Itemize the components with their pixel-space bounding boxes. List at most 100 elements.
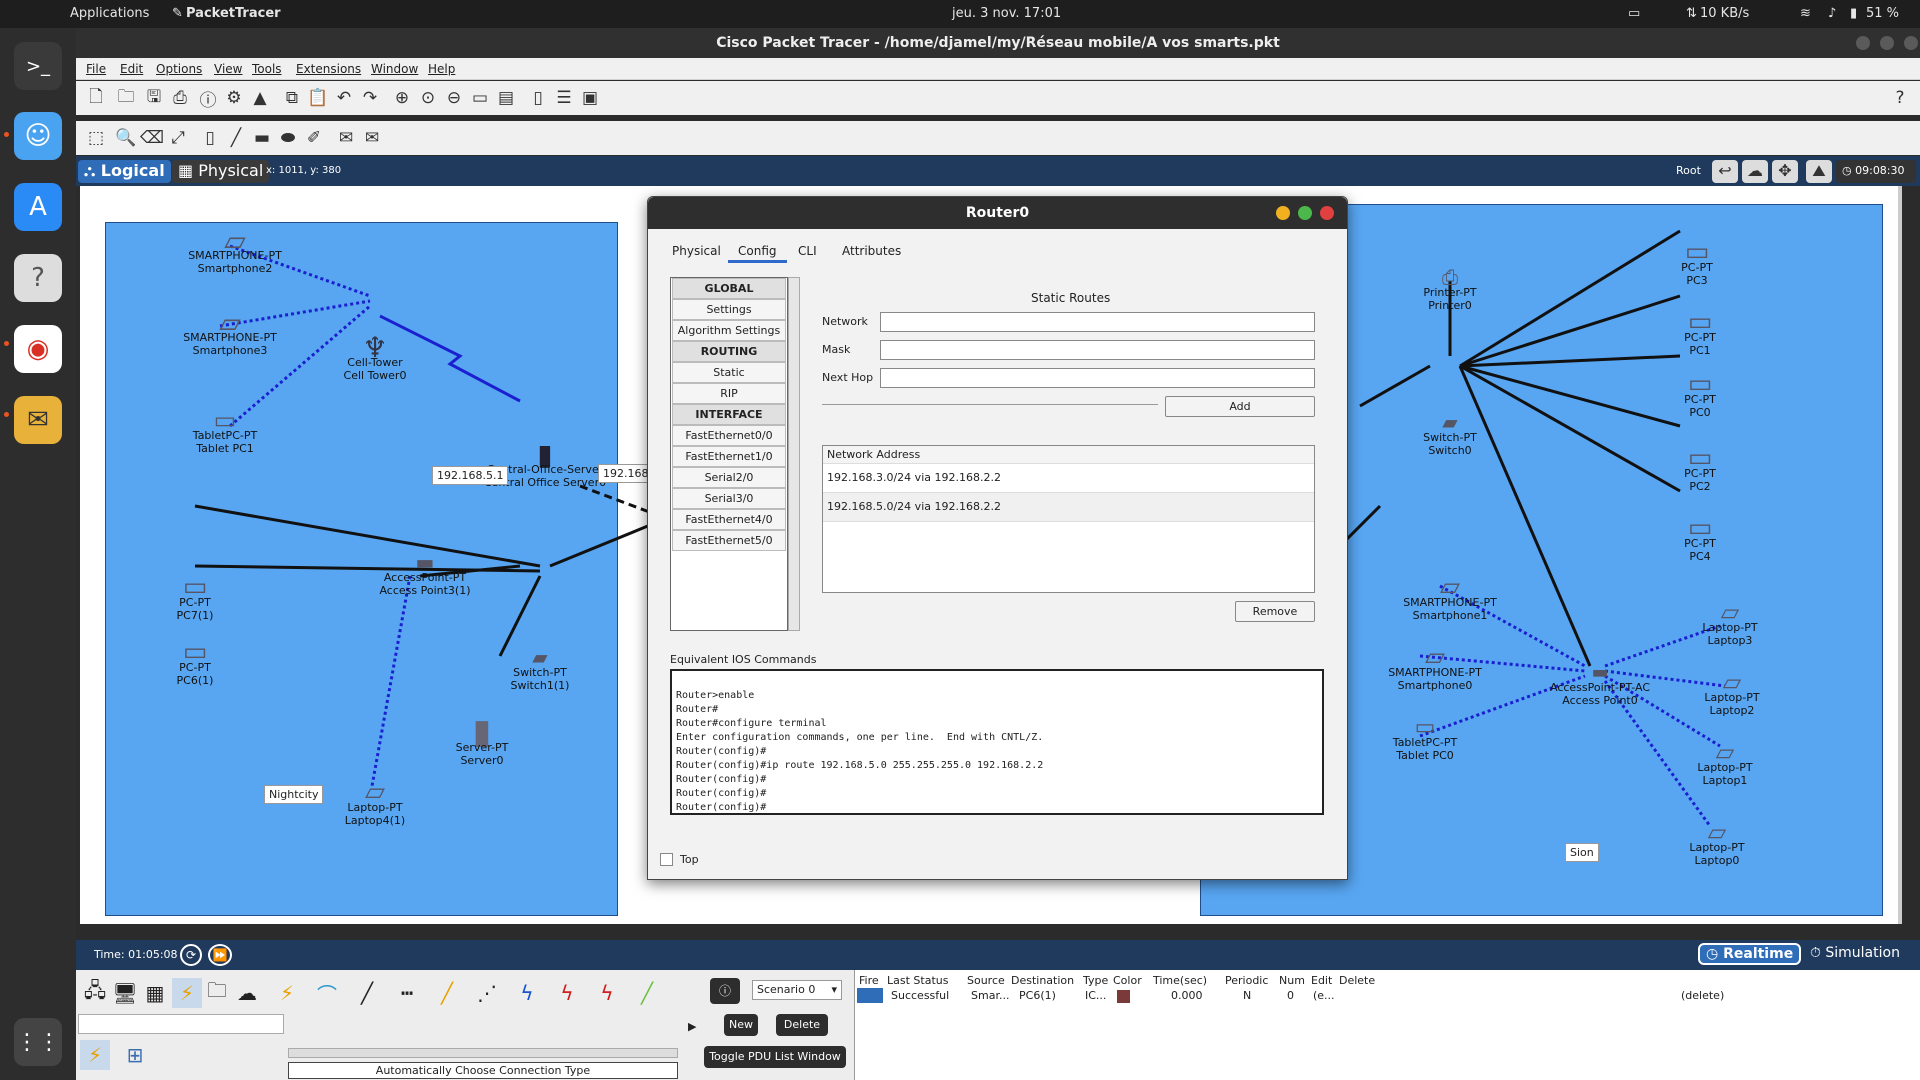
device-tablet0[interactable]: ▭ TabletPC-PT Tablet PC0 (1375, 717, 1475, 763)
add-complex-pdu-icon[interactable]: ✉ (360, 126, 384, 150)
active-app-name[interactable]: PacketTracer (186, 6, 281, 21)
help-question-icon[interactable]: ? (1888, 86, 1912, 110)
device-list-icon[interactable]: ☰ (552, 86, 576, 110)
nav-serial3-0[interactable]: Serial3/0 (672, 488, 786, 509)
fiber-icon[interactable]: ╱ (432, 978, 462, 1008)
new-file-icon[interactable]: 🗋 (84, 86, 108, 110)
device-tablet1[interactable]: ▭ TabletPC-PT Tablet PC1 (175, 408, 275, 455)
info-icon[interactable]: ⓘ (196, 86, 220, 111)
cluster-icon[interactable]: ☁ (1742, 160, 1768, 183)
phone-cable-icon[interactable]: ⋰ (472, 978, 502, 1008)
screen-icon[interactable]: ▭ (1628, 6, 1640, 21)
draw-line-icon[interactable]: ╱ (224, 126, 248, 150)
minimize-button[interactable] (1856, 36, 1870, 50)
place-note-icon[interactable]: ▯ (198, 126, 222, 150)
device-search-input[interactable] (78, 1014, 284, 1034)
battery-icon[interactable]: ▮ (1850, 6, 1857, 21)
next-hop-input[interactable] (880, 368, 1315, 388)
device-accesspoint0[interactable]: ▬ AccessPoint-PT-AC Access Point0 (1540, 664, 1660, 708)
packet-tracer-dock-icon[interactable]: ✉ (14, 396, 62, 444)
device-server0[interactable]: ▮ Server-PT Server0 (442, 715, 522, 767)
open-folder-icon[interactable]: 🗀 (114, 86, 138, 110)
dialog-maximize-button[interactable] (1298, 206, 1312, 220)
pdu-delete[interactable]: (delete) (1681, 989, 1724, 1002)
nightcity-label[interactable]: Nightcity (264, 785, 324, 804)
menu-file[interactable]: File (86, 62, 106, 76)
tab-physical[interactable]: Physical (662, 242, 731, 260)
nav-static[interactable]: Static (672, 362, 786, 383)
coaxial-icon[interactable]: ϟ (512, 978, 542, 1008)
save-icon[interactable]: 🖫 (142, 86, 166, 110)
draw-rectangle-icon[interactable]: ▬ (250, 126, 274, 150)
menu-tools[interactable]: Tools (252, 62, 282, 76)
end-devices-icon[interactable]: 🖥 (110, 978, 140, 1008)
nav-fastethernet4-0[interactable]: FastEthernet4/0 (672, 509, 786, 530)
realtime-mode-button[interactable]: ◷ Realtime (1698, 943, 1802, 965)
draw-ellipse-icon[interactable]: ⬬ (276, 126, 300, 150)
device-laptop4[interactable]: ▱ Laptop-PT Laptop4(1) (330, 779, 420, 827)
palette-scrollbar[interactable] (288, 1048, 678, 1058)
device-switch1[interactable]: ▰ Switch-PT Switch1(1) (500, 647, 580, 692)
device-smartphone1[interactable]: ▱ SMARTPHONE-PT Smartphone1 (1390, 574, 1510, 622)
scenario-info-icon[interactable]: ⓘ (710, 978, 740, 1004)
device-celltower[interactable]: ♆ Cell-Tower Cell Tower0 (330, 334, 420, 383)
logical-tab[interactable]: ⛬ Logical (78, 160, 171, 183)
console-cable-icon[interactable]: ⌒ (312, 978, 342, 1008)
volume-icon[interactable]: ♪ (1828, 6, 1836, 21)
device-smartphone0[interactable]: ▱ SMARTPHONE-PT Smartphone0 (1375, 644, 1495, 692)
print-icon[interactable]: ⎙ (168, 86, 192, 110)
help-icon[interactable]: ? (14, 254, 62, 302)
sion-label[interactable]: Sion (1565, 843, 1599, 862)
redo-icon[interactable]: ↷ (358, 86, 382, 110)
top-checkbox[interactable] (660, 853, 673, 866)
grid-icon[interactable]: ⊞ (120, 1040, 150, 1070)
resize-shape-icon[interactable]: ⤢ (166, 126, 190, 150)
collapse-arrow-icon[interactable]: ▶ (688, 1020, 696, 1033)
route-row[interactable]: 192.168.5.0/24 via 192.168.2.2 (823, 493, 1314, 522)
power-cycle-icon[interactable]: ⟳ (180, 944, 202, 966)
device-laptop1[interactable]: ▱ Laptop-PT Laptop1 (1685, 740, 1765, 787)
background-icon[interactable]: ⛰ (1806, 160, 1832, 183)
components-icon[interactable]: ▦ (140, 978, 170, 1008)
select-icon[interactable]: ⬚ (84, 126, 108, 150)
ios-commands-console[interactable]: Router>enable Router# Router#configure t… (670, 669, 1324, 815)
menu-options[interactable]: Options (156, 62, 202, 76)
nav-fastethernet0-0[interactable]: FastEthernet0/0 (672, 425, 786, 446)
nav-fastethernet1-0[interactable]: FastEthernet1/0 (672, 446, 786, 467)
nav-serial2-0[interactable]: Serial2/0 (672, 467, 786, 488)
zoom-out-icon[interactable]: ⊖ (442, 86, 466, 110)
device-pc2[interactable]: ▭ PC-PT PC2 (1675, 445, 1725, 493)
terminal-icon[interactable]: >_ (14, 42, 62, 90)
device-pc7[interactable]: ▭ PC-PT PC7(1) (165, 574, 225, 622)
ip-label-2[interactable]: 192.168 (598, 464, 654, 483)
tab-attributes[interactable]: Attributes (832, 242, 911, 260)
pdu-row[interactable]: Successful Smar... PC6(1) IC... 0.000 N … (855, 988, 1920, 1004)
network-devices-icon[interactable]: 🖧 (80, 978, 110, 1008)
device-pc0[interactable]: ▭ PC-PT PC0 (1675, 371, 1725, 419)
tab-cli[interactable]: CLI (788, 242, 827, 260)
nav-rip[interactable]: RIP (672, 383, 786, 404)
app-store-icon[interactable]: A (14, 183, 62, 231)
freeform-icon[interactable]: ✐ (302, 126, 326, 150)
scenario-select[interactable]: Scenario 0 ▾ (752, 980, 842, 1000)
nav-settings[interactable]: Settings (672, 299, 786, 320)
clock[interactable]: jeu. 3 nov. 17:01 (952, 6, 1061, 21)
move-icon[interactable]: ✥ (1772, 160, 1798, 183)
chrome-icon[interactable]: ◉ (14, 325, 62, 373)
connections-category-icon[interactable]: ⚡ (172, 978, 202, 1008)
network-input[interactable] (880, 312, 1315, 332)
auto-connection-icon[interactable]: ⚡ (80, 1040, 110, 1070)
nav-fastethernet5-0[interactable]: FastEthernet5/0 (672, 530, 786, 551)
misc-icon[interactable]: 🗀 (202, 978, 232, 1008)
multiuser-icon[interactable]: ☁ (232, 978, 262, 1008)
dialog-close-button[interactable] (1320, 206, 1334, 220)
zoom-reset-icon[interactable]: ⊙ (416, 86, 440, 110)
copy-icon[interactable]: ⧉ (280, 86, 304, 110)
fast-forward-icon[interactable]: ⏩ (208, 944, 232, 966)
device-pc6[interactable]: ▭ PC-PT PC6(1) (165, 639, 225, 687)
toggle-pdu-list-button[interactable]: Toggle PDU List Window (704, 1046, 846, 1068)
viewport-clock[interactable]: ◷ 09:08:30 (1836, 160, 1916, 183)
tab-config[interactable]: Config (728, 242, 787, 263)
device-accesspoint3[interactable]: ▬ AccessPoint-PT Access Point3(1) (370, 552, 480, 597)
applications-menu[interactable]: Applications (70, 6, 149, 21)
